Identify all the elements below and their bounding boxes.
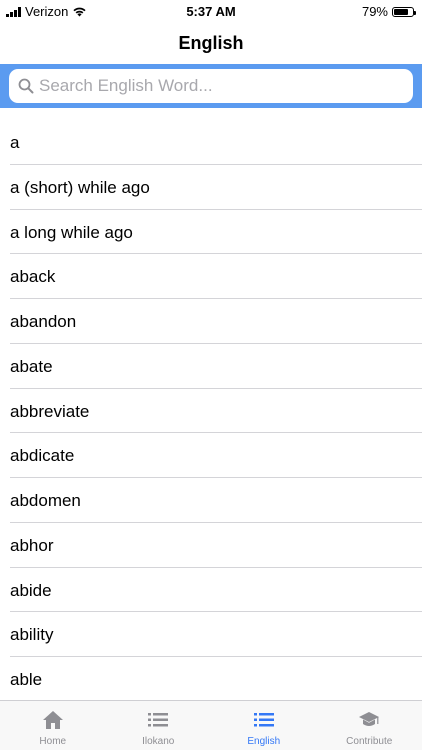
list-item[interactable]: a (short) while ago (10, 165, 422, 210)
tab-english[interactable]: English (211, 701, 317, 750)
list-icon (147, 710, 169, 730)
word-label: abdicate (10, 446, 75, 466)
home-icon (42, 710, 64, 730)
word-label: ability (10, 625, 54, 645)
status-right: 79% (361, 4, 416, 19)
search-input[interactable] (39, 69, 409, 103)
status-time: 5:37 AM (186, 4, 236, 19)
list-item[interactable]: abandon (10, 299, 422, 344)
word-list: a a (short) while ago a long while ago abac… (0, 120, 422, 702)
word-label: aback (10, 267, 56, 287)
tab-label: Ilokano (142, 736, 175, 747)
search-bar (0, 64, 422, 108)
battery-icon (392, 6, 416, 17)
word-label: abhor (10, 535, 54, 555)
tab-label: Home (39, 736, 67, 747)
list-item[interactable]: ability (10, 612, 422, 657)
word-label: abandon (10, 312, 77, 331)
list-item[interactable]: abate (10, 344, 422, 389)
search-box[interactable] (9, 69, 413, 103)
battery-level (394, 8, 408, 15)
battery-percent: 79% (361, 4, 388, 19)
word-label: a (10, 133, 20, 152)
tab-bar: Home Ilokano English Contribute (0, 700, 422, 750)
word-label: a (short) while ago (10, 177, 150, 197)
list-item[interactable]: a long while ago (10, 210, 422, 255)
search-icon (18, 78, 34, 94)
page-title: English (178, 33, 244, 53)
app-screen: Verizon 5:37 AM 79% English aa (short) (0, 0, 422, 750)
word-label: abdomen (10, 491, 81, 510)
word-label: a long while ago (10, 222, 133, 242)
list-icon (253, 710, 275, 730)
status-bar: Verizon 5:37 AM 79% (0, 0, 422, 24)
tab-home[interactable]: Home (0, 701, 106, 750)
list-item[interactable]: a (10, 120, 422, 165)
word-label: abbreviate (10, 401, 90, 421)
word-label: able (10, 670, 43, 689)
tab-label: Contribute (346, 736, 393, 747)
graduation-cap-icon (358, 710, 380, 730)
navigation-bar: English (0, 24, 422, 64)
tab-ilokano[interactable]: Ilokano (106, 701, 212, 750)
list-item[interactable]: abdomen (10, 478, 422, 523)
list-item[interactable]: aback (10, 254, 422, 299)
tab-label: English (247, 736, 281, 747)
list-item[interactable]: abbreviate (10, 389, 422, 434)
list-item[interactable]: abide (10, 568, 422, 613)
list-item[interactable]: abdicate (10, 433, 422, 478)
tab-contribute[interactable]: Contribute (317, 701, 422, 750)
list-item[interactable]: abhor (10, 523, 422, 568)
word-label: abate (10, 356, 53, 376)
list-item[interactable]: able (10, 657, 422, 702)
word-label: abide (10, 580, 52, 600)
